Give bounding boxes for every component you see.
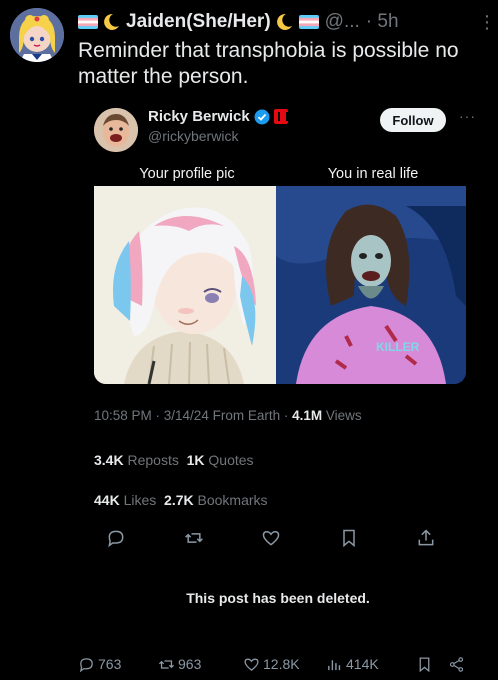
timestamp[interactable]: · 5h bbox=[366, 11, 399, 33]
engagement-stats: 44K Likes 2.7K Bookmarks bbox=[94, 492, 268, 508]
svg-text:KILLER: KILLER bbox=[376, 340, 420, 354]
views-label: Views bbox=[325, 408, 362, 423]
reply-icon bbox=[78, 656, 95, 673]
trans-flag-icon bbox=[298, 15, 319, 29]
crescent-moon-icon bbox=[104, 13, 120, 31]
bookmarks-count[interactable]: 2.7K bbox=[164, 492, 194, 508]
post-action-bar: 763 963 12.8K 414K bbox=[78, 650, 488, 678]
like-button[interactable]: 12.8K bbox=[243, 656, 300, 673]
bookmark-icon[interactable] bbox=[339, 528, 359, 548]
repost-count: 963 bbox=[178, 656, 202, 672]
likes-label[interactable]: Likes bbox=[124, 492, 157, 508]
netflix-badge-icon bbox=[273, 109, 288, 124]
avatar[interactable] bbox=[94, 108, 138, 152]
reposts-count[interactable]: 3.4K bbox=[94, 452, 124, 468]
avatar[interactable] bbox=[10, 8, 64, 62]
quoted-post-card[interactable]: Ricky Berwick @rickyberwick Follow ··· Y… bbox=[78, 96, 488, 646]
crescent-moon-icon bbox=[276, 13, 293, 31]
like-count: 12.8K bbox=[263, 656, 300, 672]
trans-flag-icon bbox=[78, 15, 98, 29]
verified-badge-icon bbox=[254, 109, 270, 125]
share-button[interactable] bbox=[448, 656, 465, 673]
reposts-label[interactable]: Reposts bbox=[127, 452, 178, 468]
repost-icon bbox=[158, 656, 175, 673]
share-icon[interactable] bbox=[416, 528, 436, 548]
likes-count[interactable]: 44K bbox=[94, 492, 120, 508]
zombie-photo: KILLER bbox=[276, 186, 466, 384]
meme-captions: Your profile pic You in real life bbox=[94, 164, 466, 186]
views-icon bbox=[326, 656, 343, 673]
post-timestamp: 10:58 PM · 3/14/24 From Earth · bbox=[94, 408, 289, 423]
reply-button[interactable]: 763 bbox=[78, 656, 121, 673]
views-count: 4.1M bbox=[292, 408, 323, 423]
quotes-label[interactable]: Quotes bbox=[208, 452, 253, 468]
share-icon bbox=[448, 656, 465, 673]
reply-icon[interactable] bbox=[106, 528, 126, 548]
more-icon[interactable]: ··· bbox=[459, 108, 476, 124]
like-icon bbox=[243, 656, 260, 673]
display-name[interactable]: Jaiden(She/Her) bbox=[126, 11, 271, 33]
deleted-notice: This post has been deleted. bbox=[186, 590, 370, 606]
quoted-author-name[interactable]: Ricky Berwick bbox=[148, 108, 288, 125]
quoted-post-actions bbox=[106, 524, 436, 552]
handle[interactable]: @... bbox=[325, 11, 360, 33]
views-button[interactable]: 414K bbox=[326, 656, 379, 673]
engagement-stats: 3.4K Reposts 1K Quotes bbox=[94, 452, 254, 468]
post-metadata: 10:58 PM · 3/14/24 From Earth · 4.1M Vie… bbox=[94, 408, 362, 423]
meme-caption-left: Your profile pic bbox=[139, 166, 235, 182]
quotes-count[interactable]: 1K bbox=[187, 452, 205, 468]
quoted-author-label[interactable]: Ricky Berwick bbox=[148, 108, 250, 125]
post-text: Reminder that transphobia is possible no… bbox=[78, 39, 459, 88]
meme-image[interactable]: Your profile pic You in real life KILLER bbox=[94, 164, 466, 384]
reply-count: 763 bbox=[98, 656, 122, 672]
kebab-menu-icon[interactable]: ⋮ bbox=[478, 12, 496, 33]
repost-button[interactable]: 963 bbox=[158, 656, 201, 673]
follow-button[interactable]: Follow bbox=[380, 108, 446, 132]
like-icon[interactable] bbox=[261, 528, 281, 548]
views-count: 414K bbox=[346, 656, 379, 672]
quoted-author-handle[interactable]: @rickyberwick bbox=[148, 128, 238, 144]
meme-caption-right: You in real life bbox=[327, 166, 419, 182]
bookmark-button[interactable] bbox=[416, 656, 433, 673]
repost-icon[interactable] bbox=[184, 528, 204, 548]
bookmark-icon bbox=[416, 656, 433, 673]
anime-girl-illustration bbox=[94, 186, 276, 384]
outer-post-header: Jaiden(She/Her) @... · 5h ⋮ bbox=[78, 8, 496, 36]
bookmarks-label[interactable]: Bookmarks bbox=[198, 492, 268, 508]
